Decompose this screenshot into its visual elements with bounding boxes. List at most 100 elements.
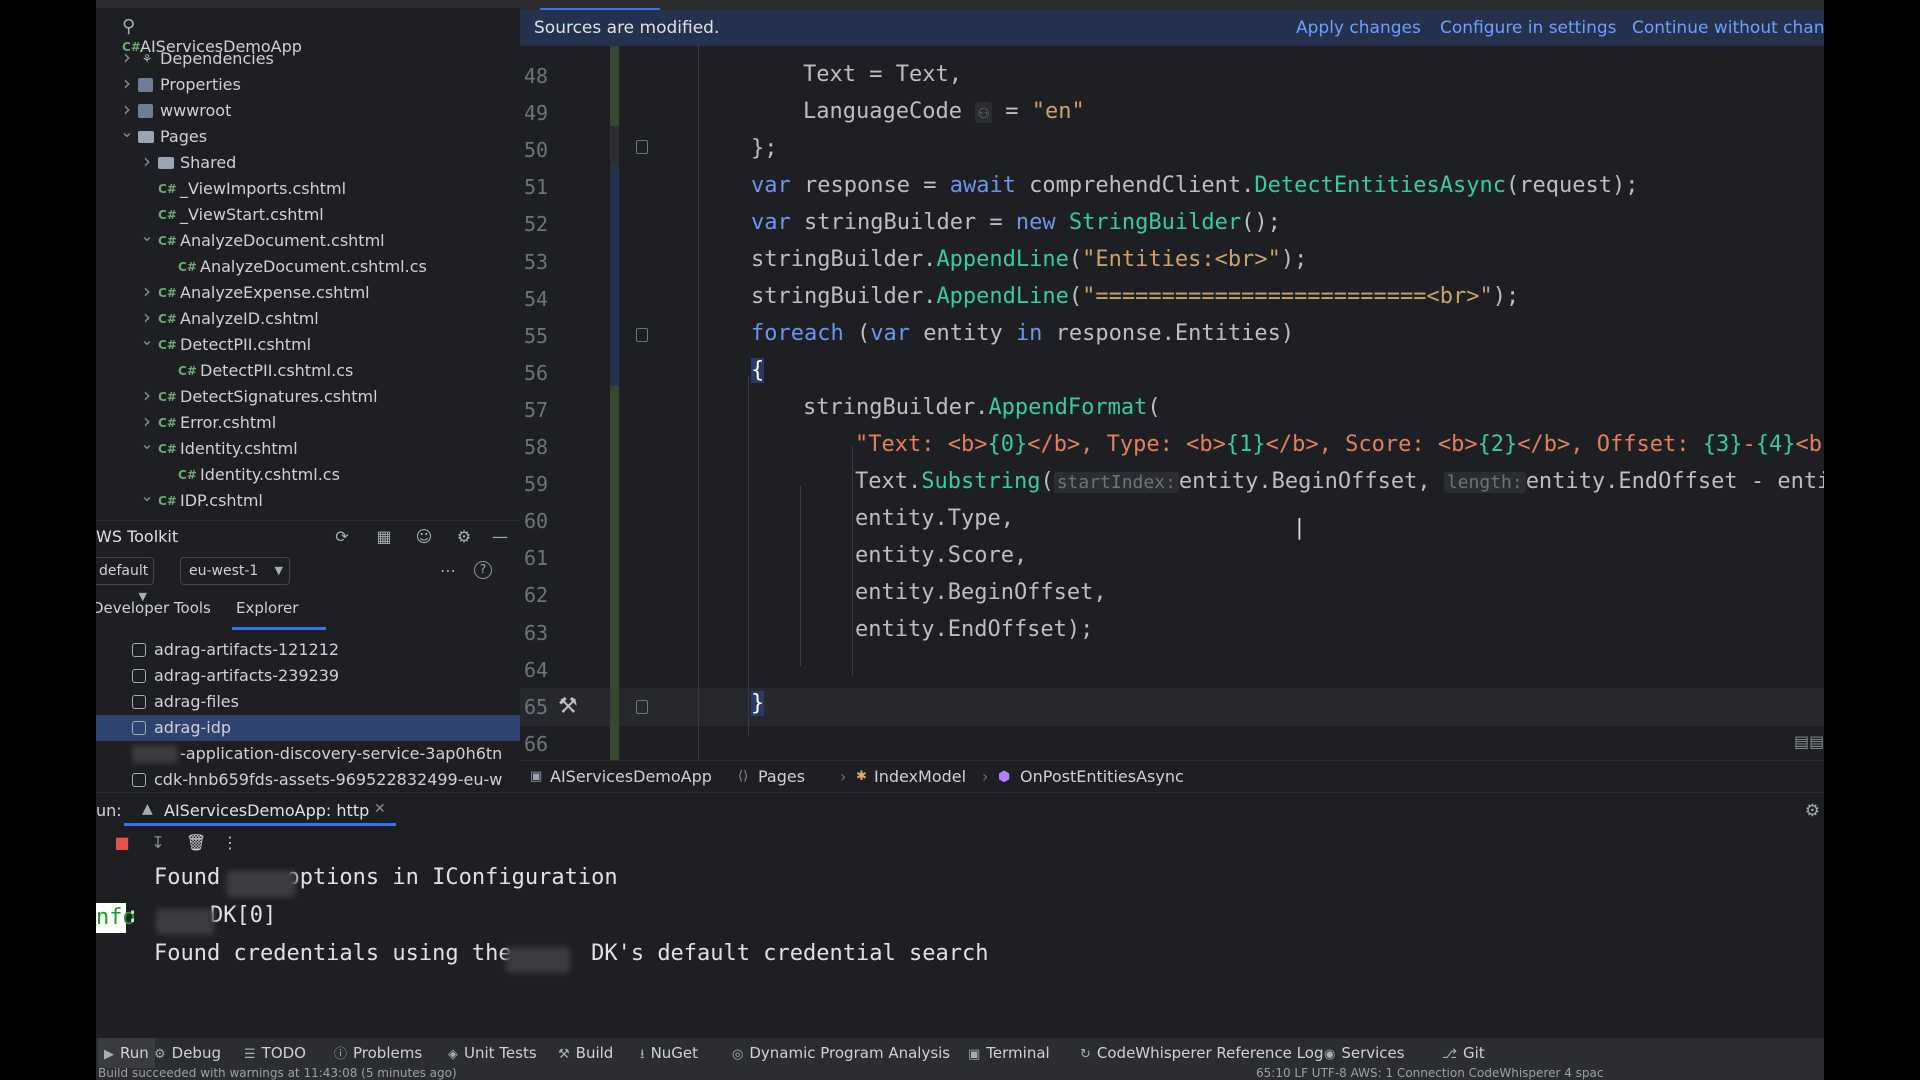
chevron-right-icon[interactable]: ›: [120, 44, 134, 70]
chevron-right-icon[interactable]: ›: [140, 148, 154, 174]
unit-tests-icon: ◈: [448, 1047, 458, 1062]
reader-mode-icon[interactable]: ▤▤: [1794, 732, 1824, 751]
profile-select[interactable]: default ▼: [96, 557, 154, 603]
trash-icon[interactable]: 🗑: [186, 833, 206, 853]
gear-icon[interactable]: ⚙: [1805, 801, 1820, 821]
configure-settings-link[interactable]: Configure in settings: [1440, 10, 1617, 46]
dynamic-analysis-icon: ◎: [732, 1047, 744, 1062]
fold-icon[interactable]: [636, 140, 648, 154]
tool-window-label: Services: [1341, 1044, 1405, 1062]
bucket-item[interactable]: adrag-idp: [96, 715, 520, 741]
bucket-item[interactable]: -application-discovery-service-3ap0h6tn: [96, 741, 520, 767]
csharp-file-icon: C#: [178, 260, 197, 274]
region-value: eu-west-1: [189, 563, 259, 579]
tool-window-run[interactable]: ▶ Run: [98, 1038, 155, 1070]
line-number: 48: [524, 64, 549, 88]
chevron-right-icon[interactable]: ›: [120, 70, 134, 96]
line-number: 62: [524, 583, 549, 608]
tab-explorer[interactable]: Explorer: [236, 599, 298, 617]
csharp-file-icon: C#: [158, 312, 177, 326]
tree-item-label: DetectPII.cshtml.cs: [200, 361, 354, 380]
tree-item[interactable]: › Properties: [96, 70, 520, 98]
console-line-2: DK[0]: [210, 903, 277, 928]
chevron-down-icon[interactable]: ⌄: [140, 483, 154, 509]
fold-icon[interactable]: [636, 328, 648, 342]
tree-item[interactable]: › C# AnalyzeExpense.cshtml: [96, 278, 520, 306]
build-status[interactable]: Build succeeded with warnings at 11:43:0…: [98, 1068, 457, 1079]
more-vertical-icon[interactable]: ⋮: [220, 833, 240, 853]
apply-changes-link[interactable]: Apply changes: [1296, 10, 1421, 46]
code-editor[interactable]: ⚒ 48 49 50 51 52 53 54 55 56 57 58 59 60 61 62 63 64 65 66…: [520, 46, 1824, 760]
tree-item[interactable]: › C# DetectSignatures.cshtml: [96, 382, 520, 410]
bucket-label: adrag-files: [154, 692, 239, 711]
tool-window-debug[interactable]: ⚙ Debug: [154, 1038, 221, 1070]
tool-window-codewhisperer-reference-log[interactable]: ↻ CodeWhisperer Reference Log: [1080, 1038, 1323, 1070]
scroll-to-end-icon[interactable]: ↧: [148, 833, 168, 853]
code-line-52: var stringBuilder = new StringBuilder();: [751, 210, 1281, 235]
help-icon[interactable]: ?: [474, 561, 492, 579]
breadcrumb-method[interactable]: OnPostEntitiesAsync: [1020, 761, 1184, 793]
tree-item[interactable]: C# DetectPII.cshtml.cs: [96, 358, 520, 384]
fold-icon[interactable]: [636, 700, 648, 714]
tool-window-git[interactable]: ⎇ Git: [1442, 1038, 1485, 1070]
tool-window-build[interactable]: ⚒ Build: [558, 1038, 613, 1070]
chevron-down-icon[interactable]: ⌄: [140, 223, 154, 249]
text-cursor-icon: ∣: [1294, 516, 1305, 541]
tool-window-dynamic-program-analysis[interactable]: ◎ Dynamic Program Analysis: [732, 1038, 950, 1070]
tool-window-problems[interactable]: ⓘ Problems: [334, 1038, 422, 1070]
bucket-item[interactable]: adrag-files: [96, 689, 520, 715]
chevron-right-icon[interactable]: ›: [140, 278, 154, 304]
line-number: 60: [524, 509, 549, 534]
bucket-item[interactable]: adrag-artifacts-121212: [96, 637, 520, 663]
feedback-icon[interactable]: ▦: [374, 527, 394, 547]
close-icon[interactable]: ✕: [374, 801, 386, 817]
tool-window-todo[interactable]: ☰ TODO: [244, 1038, 306, 1070]
tool-window-label: Problems: [353, 1044, 423, 1062]
bucket-item[interactable]: cdk-hnb659fds-assets-969522832499-eu-w: [96, 767, 520, 793]
tree-item[interactable]: ⌄ C# IDP.cshtml: [96, 486, 520, 514]
tree-item[interactable]: C# _ViewImports.cshtml: [96, 176, 520, 202]
tab-developer-tools[interactable]: Developer Tools: [96, 599, 211, 617]
gear-icon[interactable]: ⚙: [454, 527, 474, 547]
more-icon[interactable]: ⋯: [438, 561, 458, 581]
tool-window-terminal[interactable]: ▣ Terminal: [968, 1038, 1050, 1070]
breadcrumb-class[interactable]: IndexModel: [874, 761, 966, 793]
tree-item[interactable]: › ⚘ Dependencies: [96, 44, 520, 72]
tree-item[interactable]: ⌄ C# DetectPII.cshtml: [96, 330, 520, 358]
csharp-file-icon: C#: [158, 234, 177, 248]
tree-item[interactable]: › wwwroot: [96, 97, 520, 124]
tree-item[interactable]: › C# AnalyzeID.cshtml: [96, 305, 520, 332]
tool-window-nuget[interactable]: ⭳ NuGet: [640, 1038, 698, 1070]
minimize-icon[interactable]: —: [490, 527, 510, 547]
tool-window-unit-tests[interactable]: ◈ Unit Tests: [448, 1038, 537, 1070]
tool-window-services[interactable]: ◉ Services: [1324, 1038, 1405, 1070]
smiley-icon[interactable]: ☺: [414, 527, 434, 547]
region-select[interactable]: eu-west-1 ▼: [180, 557, 290, 585]
tree-item[interactable]: › Shared: [96, 148, 520, 176]
tree-item[interactable]: C# Identity.cshtml.cs: [96, 462, 520, 488]
tree-item[interactable]: ⌄ C# AnalyzeDocument.cshtml: [96, 226, 520, 254]
chevron-down-icon[interactable]: ⌄: [120, 119, 134, 145]
tree-item[interactable]: › C# Error.cshtml: [96, 409, 520, 436]
breadcrumb-namespace[interactable]: Pages: [758, 761, 805, 793]
refresh-icon[interactable]: ⟳: [332, 527, 352, 547]
notification-bar: Sources are modified. Apply changes Conf…: [520, 10, 1824, 46]
line-number: 64: [524, 657, 549, 682]
bucket-item[interactable]: adrag-artifacts-239239: [96, 663, 520, 689]
chevron-right-icon[interactable]: ›: [140, 382, 154, 408]
chevron-down-icon[interactable]: ⌄: [140, 431, 154, 457]
run-tab-label[interactable]: AIServicesDemoApp: http: [164, 801, 369, 820]
chevron-down-icon[interactable]: ⌄: [140, 327, 154, 353]
breadcrumb-project[interactable]: AIServicesDemoApp: [550, 761, 712, 793]
tree-item[interactable]: C# AnalyzeDocument.cshtml.cs: [96, 254, 520, 280]
code-line-51: var response = await comprehendClient.De…: [751, 173, 1639, 198]
stop-icon[interactable]: ■: [112, 833, 132, 853]
tree-item[interactable]: ⌄ C# Identity.cshtml: [96, 434, 520, 462]
tree-item[interactable]: ⌄ Pages: [96, 122, 520, 150]
build-icon: ⚒: [558, 1047, 570, 1062]
status-indicators[interactable]: 65:10 LF UTF-8 AWS: 1 Connection CodeWhi…: [1256, 1068, 1604, 1079]
tree-item[interactable]: C# _ViewStart.cshtml: [96, 202, 520, 228]
continue-without-changes-link[interactable]: Continue without changes: [1632, 10, 1824, 46]
parameter-hint-startindex: startIndex:: [1053, 472, 1179, 493]
tool-window-label: Terminal: [986, 1044, 1050, 1062]
